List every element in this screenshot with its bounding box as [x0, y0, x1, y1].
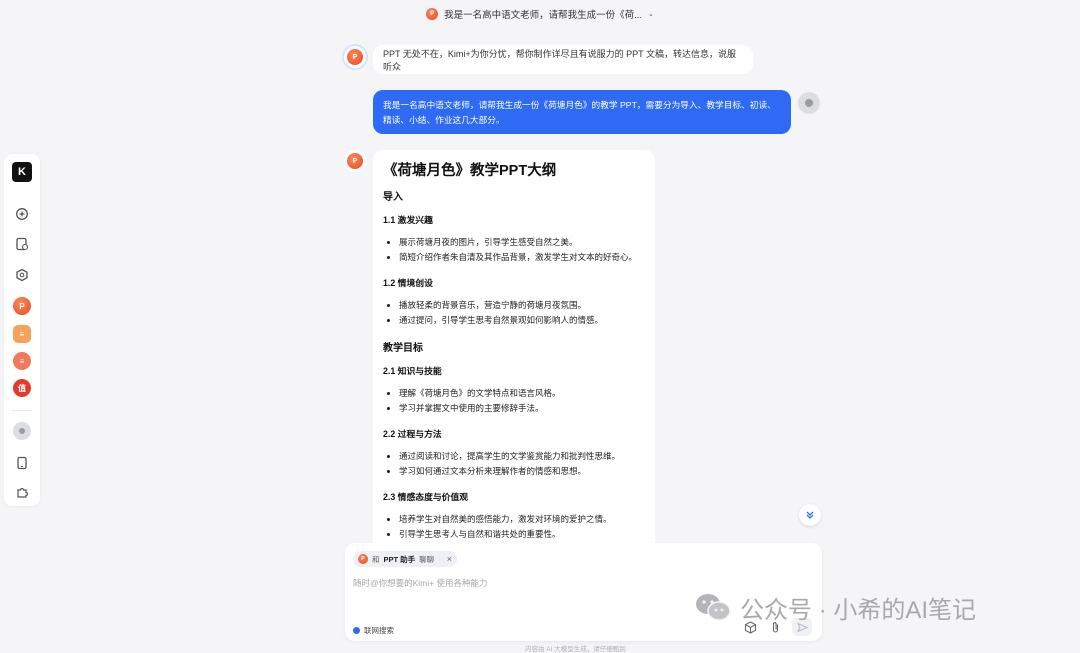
conversation-title: 我是一名高中语文老师，请帮我生成一份《荷... [444, 10, 643, 21]
kimi-logo[interactable]: K [12, 162, 32, 182]
kimi-plus-icon[interactable] [12, 265, 32, 285]
history-icon[interactable] [12, 234, 32, 254]
intro-text: PPT 无处不在，Kimi+为你分忧，帮你制作详尽且有说服力的 PPT 文稿，转… [383, 48, 736, 72]
message-input[interactable] [353, 576, 793, 590]
plugin-icon[interactable] [12, 482, 32, 502]
chip-suffix: 聊聊 [419, 554, 435, 564]
ppt-assistant-icon: P [426, 8, 439, 20]
answer-title: 《荷塘月色》教学PPT大纲 [383, 163, 557, 179]
list-item: 理解《荷塘月色》的文学特点和语言风格。 [399, 386, 645, 401]
conversation-title-bar[interactable]: P 我是一名高中语文老师，请帮我生成一份《荷... ⌄ [0, 6, 1080, 22]
list-item: 学习如何通过文本分析来理解作者的情感和思想。 [399, 464, 645, 479]
new-chat-icon[interactable] [12, 204, 32, 224]
subsection-heading: 2.2 过程与方法 [383, 429, 442, 439]
left-sidebar: K P ≡ ≡ 值 [4, 154, 40, 506]
watermark-text: 公众号 · 小希的AI笔记 [740, 596, 977, 624]
bullet-list: 理解《荷塘月色》的文学特点和语言风格。 学习并掌握文中使用的主要修辞手法。 [383, 386, 645, 416]
user-message: 我是一名高中语文老师，请帮我生成一份《荷塘月色》的教学 PPT，需要分为导入、教… [373, 90, 791, 134]
bullet-list: 培养学生对自然美的感悟能力，激发对环境的爱护之情。 引导学生思考人与自然和谐共处… [383, 512, 645, 542]
ai-disclaimer: 内容由 AI 大模型生成，请仔细甄别 [525, 646, 626, 653]
user-message-text: 我是一名高中语文老师，请帮我生成一份《荷塘月色》的教学 PPT，需要分为导入、教… [383, 100, 776, 125]
summary-app-icon[interactable]: ≡ [12, 351, 32, 371]
subsection-heading: 2.1 知识与技能 [383, 366, 442, 376]
list-item: 通过提问，引导学生思考自然景观如何影响人的情感。 [399, 313, 645, 328]
list-item: 引导学生思考人与自然和谐共处的重要性。 [399, 527, 645, 542]
list-item: 简短介绍作者朱自清及其作品背景，激发学生对文本的好奇心。 [399, 250, 645, 265]
ppt-icon: P [347, 49, 363, 65]
user-avatar-icon[interactable] [12, 421, 32, 441]
assistant-answer: 《荷塘月色》教学PPT大纲 导入 1.1 激发兴趣 展示荷塘月夜的图片，引导学生… [373, 150, 655, 550]
chip-name: PPT 助手 [383, 554, 416, 564]
mobile-app-icon[interactable] [12, 453, 32, 473]
list-item: 培养学生对自然美的感悟能力，激发对环境的爱护之情。 [399, 512, 645, 527]
value-app-icon[interactable]: 值 [12, 378, 32, 398]
web-search-dot-icon [353, 626, 360, 634]
web-search-label: 联网搜索 [364, 625, 394, 635]
ppt-app-icon[interactable]: P [12, 296, 32, 316]
list-item: 播放轻柔的背景音乐，营造宁静的荷塘月夜氛围。 [399, 298, 645, 313]
ppt-assistant-avatar: P [344, 46, 366, 68]
list-item: 学习并掌握文中使用的主要修辞手法。 [399, 401, 645, 416]
bullet-list: 通过阅读和讨论，提高学生的文学鉴赏能力和批判性思维。 学习如何通过文本分析来理解… [383, 449, 645, 479]
section-heading: 导入 [383, 192, 403, 203]
ppt-icon: P [347, 153, 363, 169]
list-item: 展示荷塘月夜的图片，引导学生感受自然之美。 [399, 235, 645, 250]
watermark: 公众号 · 小希的AI笔记 [694, 590, 976, 624]
close-icon[interactable]: × [447, 554, 452, 564]
ppt-assistant-avatar-answer: P [344, 150, 366, 172]
double-chevron-down-icon [806, 511, 814, 519]
intro-message: PPT 无处不在，Kimi+为你分忧，帮你制作详尽且有说服力的 PPT 文稿，转… [373, 45, 753, 74]
sidebar-divider [12, 410, 32, 411]
bullet-list: 展示荷塘月夜的图片，引导学生感受自然之美。 简短介绍作者朱自清及其作品背景，激发… [383, 235, 645, 265]
user-avatar [798, 92, 820, 114]
web-search-toggle[interactable]: 联网搜索 [353, 623, 394, 637]
subsection-heading: 1.2 情境创设 [383, 278, 433, 288]
ppt-icon: P [358, 554, 368, 564]
notes-app-icon[interactable]: ≡ [12, 324, 32, 344]
chevron-down-icon[interactable]: ⌄ [648, 10, 654, 18]
section-heading: 教学目标 [383, 343, 423, 354]
wechat-icon [696, 594, 731, 621]
subsection-heading: 1.1 激发兴趣 [383, 215, 433, 225]
scroll-to-bottom-button[interactable] [799, 504, 821, 526]
list-item: 通过阅读和讨论，提高学生的文学鉴赏能力和批判性思维。 [399, 449, 645, 464]
chip-prefix: 和 [372, 554, 380, 564]
subsection-heading: 2.3 情感态度与价值观 [383, 492, 469, 502]
bullet-list: 播放轻柔的背景音乐，营造宁静的荷塘月夜氛围。 通过提问，引导学生思考自然景观如何… [383, 298, 645, 328]
assistant-chip[interactable]: P 和 PPT 助手 聊聊 × [353, 551, 457, 567]
